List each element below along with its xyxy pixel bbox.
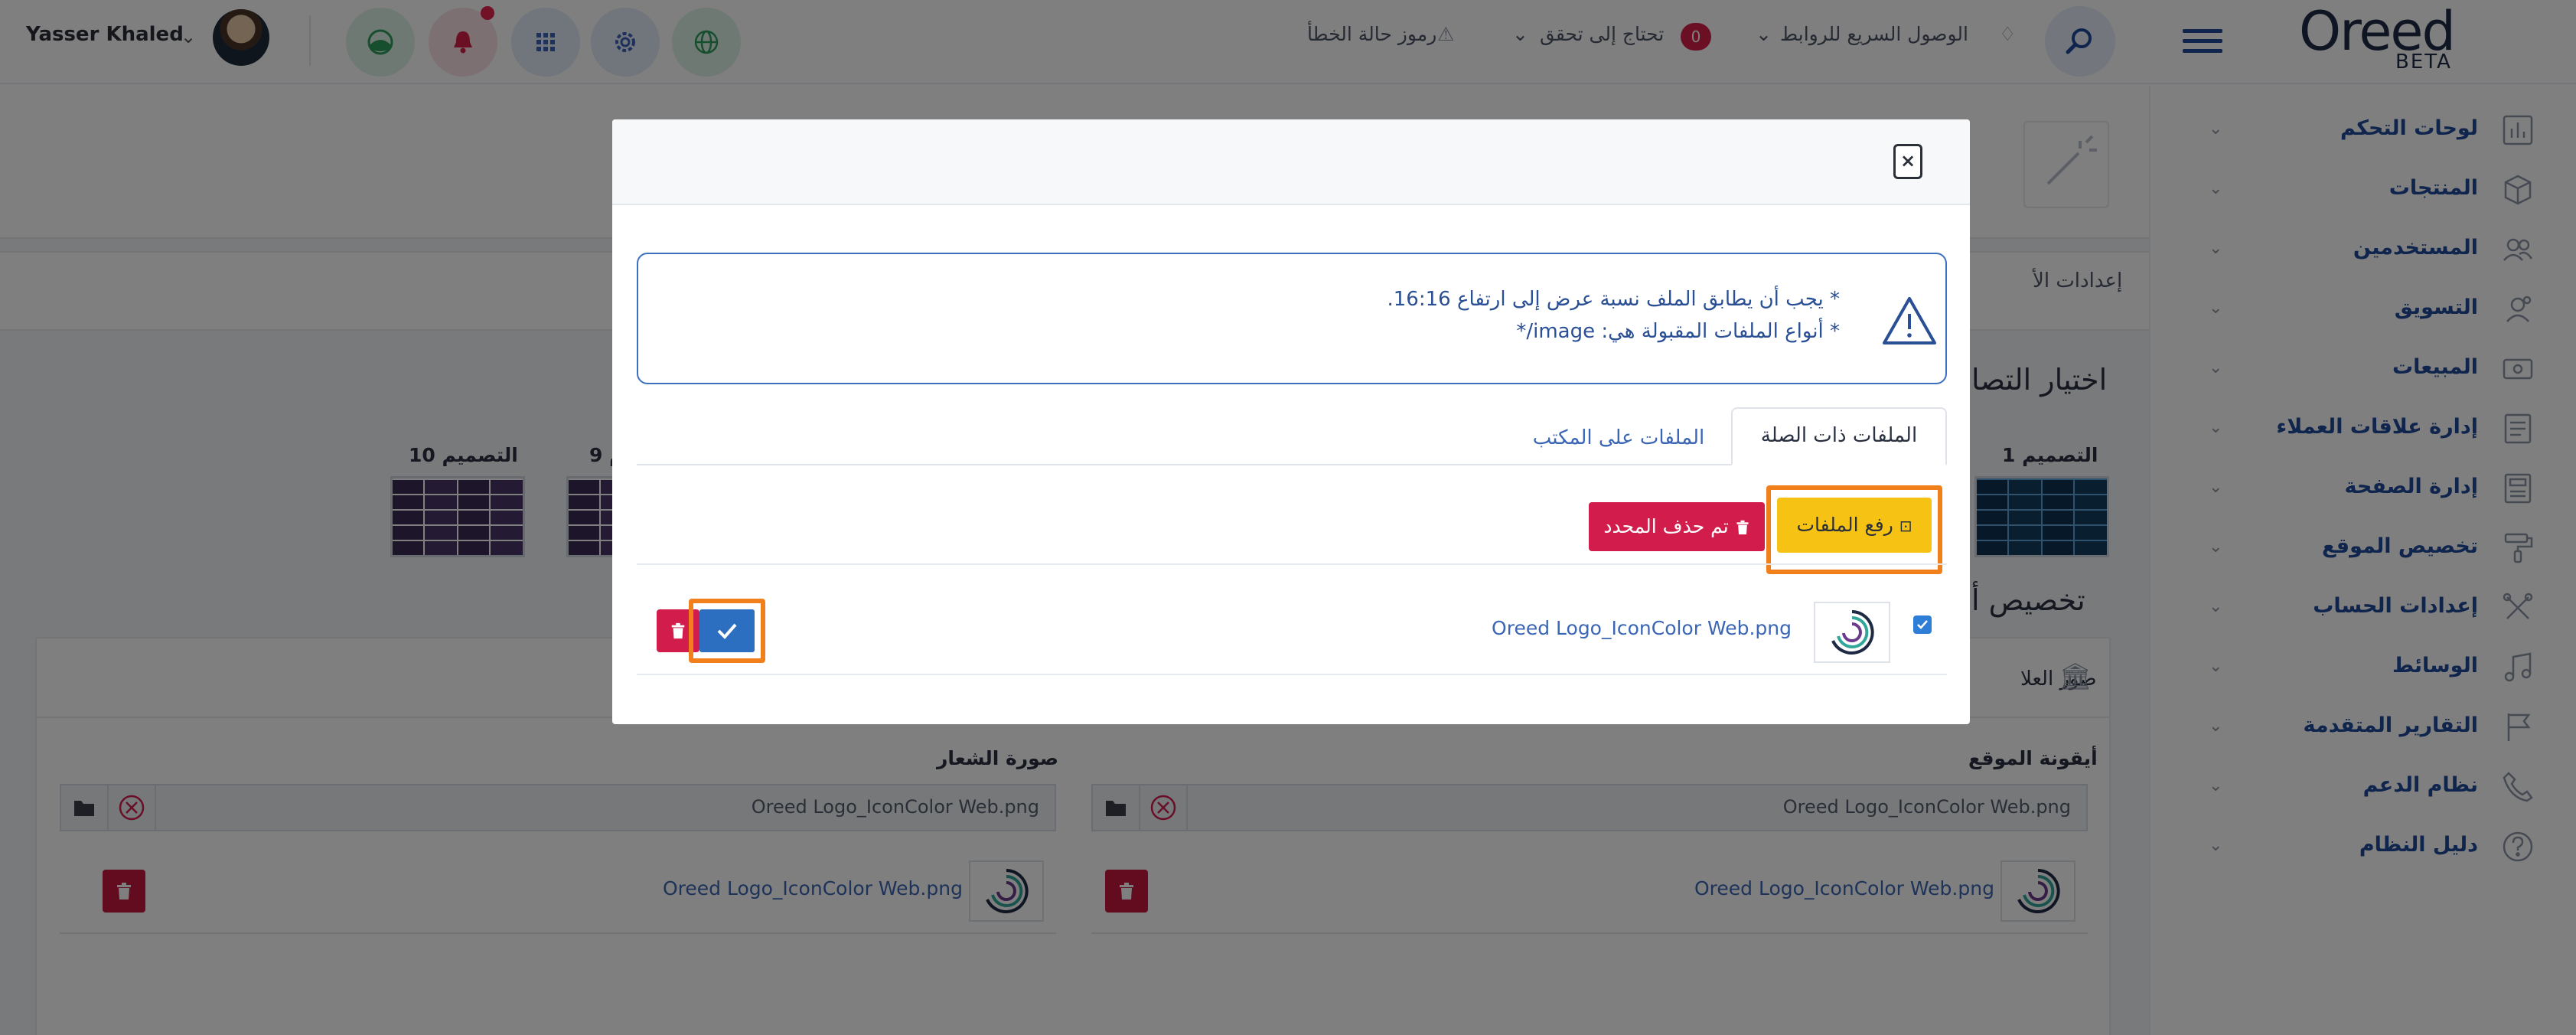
upload-files-button[interactable]: ⊡ رفع الملفات [1777, 498, 1932, 553]
file-name-link[interactable]: Oreed Logo_IconColor Web.png [1492, 617, 1792, 639]
trash-icon [1736, 520, 1749, 535]
tab-related-files[interactable]: الملفات ذات الصلة [1731, 407, 1947, 465]
delete-selected-label: تم حذف المحدد [1603, 515, 1729, 537]
upload-files-label: رفع الملفات [1796, 514, 1893, 536]
row-divider [637, 563, 1947, 565]
delete-selected-button[interactable]: تم حذف المحدد [1589, 502, 1765, 551]
file-thumbnail [1814, 602, 1890, 663]
trash-icon [671, 622, 685, 639]
file-manager-modal: × * يجب أن يطابق الملف نسبة عرض إلى ارتف… [612, 119, 1970, 724]
select-file-button[interactable] [699, 609, 755, 652]
check-icon [1917, 620, 1928, 629]
modal-header [612, 119, 1970, 205]
tab-desktop-files[interactable]: الملفات على المكتب [1515, 415, 1722, 461]
file-requirements-alert: * يجب أن يطابق الملف نسبة عرض إلى ارتفاع… [637, 253, 1947, 384]
upload-icon: ⊡ [1899, 517, 1912, 535]
file-select-checkbox[interactable] [1913, 615, 1932, 634]
alert-aspect-ratio: * يجب أن يطابق الملف نسبة عرض إلى ارتفاع… [1387, 288, 1841, 311]
check-icon [717, 623, 737, 639]
alert-file-types: * أنواع الملفات المقبولة هي: image/* [1516, 320, 1840, 343]
close-button[interactable]: × [1893, 144, 1922, 179]
warning-icon [1883, 297, 1936, 344]
row-divider [637, 674, 1947, 675]
